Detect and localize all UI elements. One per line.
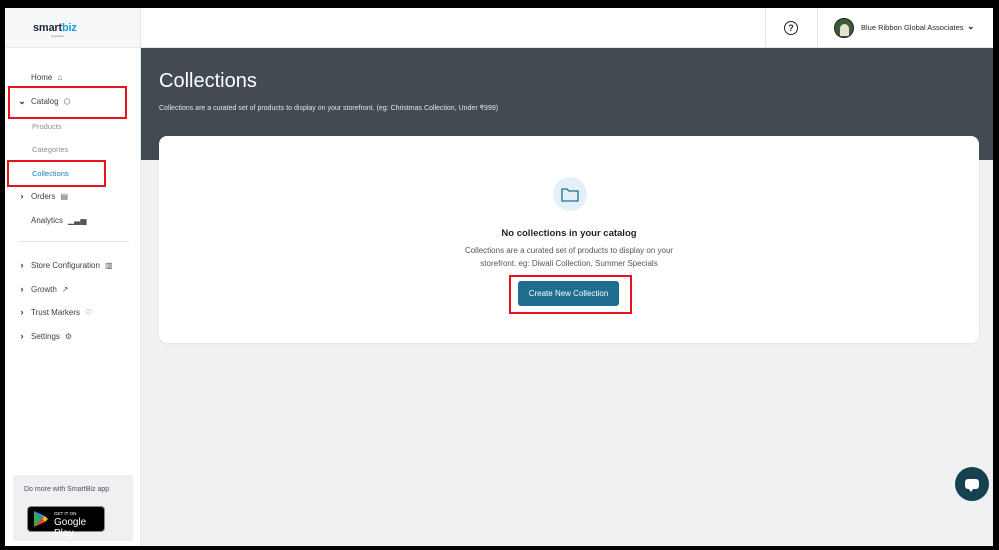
topbar: ? Blue Ribbon Global Associates ⌄ (141, 8, 993, 48)
chevron-right-icon: › (20, 284, 24, 294)
chevron-right-icon: › (20, 331, 24, 341)
empty-state-description: Collections are a curated set of product… (464, 246, 674, 268)
sidebar-item-orders[interactable]: › Orders ▤ (5, 185, 141, 207)
sidebar: smartbiz by amazon Home ⌂ ⌄ Catalog ⬡ Pr… (5, 8, 141, 546)
sidebar-item-growth[interactable]: › Growth ↗ (5, 278, 141, 300)
google-play-badge[interactable]: GET IT ON Google Play (27, 506, 105, 539)
create-new-collection-button[interactable]: Create New Collection (518, 281, 619, 306)
app-window: smartbiz by amazon Home ⌂ ⌄ Catalog ⬡ Pr… (5, 8, 993, 546)
topbar-divider (817, 8, 818, 48)
empty-state-card: No collections in your catalog Collectio… (159, 136, 979, 343)
folder-icon (553, 177, 587, 211)
chat-icon (965, 479, 979, 492)
sidebar-subitem-collections[interactable]: Collections (5, 163, 141, 183)
bar-chart-icon: ▁▃▅ (68, 215, 87, 225)
sidebar-item-store-configuration[interactable]: › Store Configuration ▥ (5, 254, 141, 276)
clipboard-icon: ▤ (60, 191, 69, 201)
empty-state-title: No collections in your catalog (501, 228, 637, 239)
chat-support-button[interactable] (955, 467, 989, 501)
account-name[interactable]: Blue Ribbon Global Associates (861, 23, 964, 32)
trend-up-icon: ↗ (61, 284, 69, 294)
store-icon: ▥ (104, 260, 113, 270)
home-icon: ⌂ (57, 72, 63, 82)
sidebar-divider (19, 241, 129, 242)
sidebar-item-settings[interactable]: › Settings ⚙ (5, 325, 141, 347)
sidebar-subitem-products[interactable]: Products (5, 116, 141, 136)
badge-icon: ♡ (85, 307, 93, 317)
topbar-divider (765, 8, 766, 48)
app-promo: Do more with SmartBiz app GET IT ON Goog… (13, 475, 133, 541)
chevron-down-icon[interactable]: ⌄ (967, 21, 975, 32)
help-icon[interactable]: ? (784, 21, 798, 35)
gear-icon: ⚙ (64, 331, 73, 341)
sidebar-item-home[interactable]: Home ⌂ (5, 66, 141, 88)
cube-icon: ⬡ (63, 96, 71, 106)
sidebar-item-catalog[interactable]: ⌄ Catalog ⬡ (5, 90, 141, 112)
play-store-icon (34, 511, 48, 527)
sidebar-item-trust-markers[interactable]: › Trust Markers ♡ (5, 301, 141, 323)
smartbiz-logo[interactable]: smartbiz by amazon (33, 22, 77, 38)
sidebar-item-analytics[interactable]: Analytics ▁▃▅ (5, 209, 141, 231)
page-title: Collections (159, 70, 257, 92)
chevron-down-icon: ⌄ (18, 95, 26, 106)
logo-area: smartbiz by amazon (5, 8, 140, 48)
page-subtitle: Collections are a curated set of product… (159, 105, 499, 112)
avatar[interactable] (834, 18, 854, 38)
chevron-right-icon: › (20, 191, 24, 201)
sidebar-subitem-categories[interactable]: Categories (5, 139, 141, 159)
chevron-right-icon: › (20, 307, 24, 317)
chevron-right-icon: › (20, 260, 24, 270)
